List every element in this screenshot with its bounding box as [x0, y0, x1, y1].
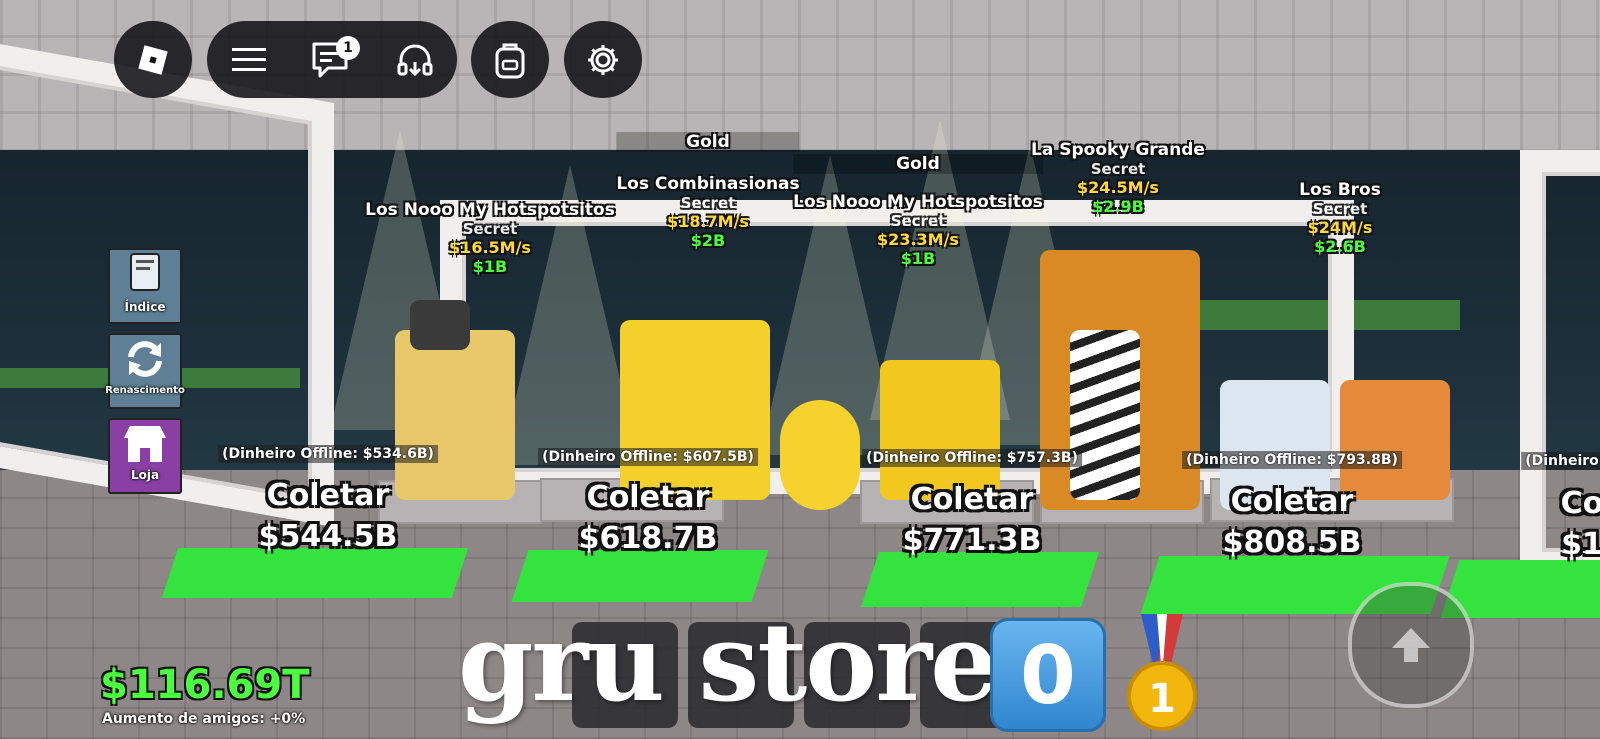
brainrot-character[interactable]: [780, 400, 860, 510]
collect-button[interactable]: Coletar $618.7B: [579, 480, 718, 556]
brainrot-price: $2.9B: [1092, 197, 1144, 216]
voice-button[interactable]: [387, 32, 443, 88]
rebirth-button[interactable]: Renascimento: [105, 333, 185, 409]
index-button[interactable]: Índice: [108, 248, 182, 324]
friend-boost-label: Aumento de amigos: +0%: [102, 711, 306, 727]
collect-pad[interactable]: [511, 550, 769, 602]
brainrot-name: Los Nooo My Hotspotsitos: [365, 200, 615, 220]
offline-money-label: (Dinheiro Offline: $607.5B): [538, 448, 758, 466]
collect-label: Coletar: [910, 482, 1034, 517]
collect-button[interactable]: Co $1: [1561, 486, 1600, 562]
brainrot-tag: Gold Los Combinasionas Secret $18.7M/s $…: [616, 132, 800, 250]
jump-arrow-icon: [1392, 628, 1430, 662]
brainrot-price: $2.6B: [1314, 237, 1366, 256]
settings-button[interactable]: [564, 21, 642, 98]
brainrot-name: Los Bros: [1299, 180, 1381, 200]
collect-label: Coletar: [586, 480, 710, 515]
brainrot-tag: Los Bros Secret $24M/s $2.6B: [1299, 180, 1381, 256]
collect-button[interactable]: Coletar $771.3B: [903, 482, 1042, 558]
brainrot-tag: La Spooky Grande Secret $24.5M/s $2.9B: [1031, 140, 1205, 216]
book-icon: [130, 253, 160, 291]
keycap-digit-emoji: 0: [990, 618, 1106, 732]
chat-notification-badge: 1: [335, 35, 360, 60]
brainrot-rarity: Secret: [1312, 200, 1368, 218]
collect-pad[interactable]: [861, 552, 1099, 607]
brainrot-price: $1B: [900, 249, 936, 268]
backpack-button[interactable]: [471, 21, 549, 98]
medal-number: 1: [1148, 676, 1176, 722]
gold-medal-icon: 1: [1127, 614, 1197, 731]
jump-button[interactable]: [1348, 582, 1474, 708]
offline-money-label: (Dinheiro Offline: $534.6B): [218, 445, 438, 463]
collect-amount: $1: [1561, 527, 1600, 562]
collect-label: Co: [1560, 486, 1600, 521]
chat-button[interactable]: 1: [304, 32, 360, 88]
offline-money-label: (Dinheiro: [1521, 452, 1600, 470]
backpack-icon: [495, 43, 525, 78]
collect-label: Coletar: [266, 478, 390, 513]
brainrot-price: $1B: [472, 257, 508, 276]
brainrot-tag: Los Nooo My Hotspotsitos Secret $16.5M/s…: [365, 200, 615, 276]
brainrot-rarity: Secret: [462, 220, 518, 238]
menu-icon: [231, 47, 266, 71]
shop-button[interactable]: Loja: [108, 418, 182, 494]
watermark-text: gru store: [458, 600, 999, 726]
brainrot-rate: $24.5M/s: [1077, 178, 1159, 197]
mutation-label: Gold: [793, 154, 1043, 174]
roblox-menu-button[interactable]: [114, 21, 192, 98]
rebirth-arrows-icon: [128, 341, 162, 377]
money-counter: $116.69T: [100, 662, 310, 708]
collect-amount: $544.5B: [258, 519, 398, 554]
shop-icon: [124, 426, 166, 462]
brainrot-rarity: Secret: [1090, 160, 1146, 178]
collect-label: Coletar: [1230, 484, 1354, 519]
collect-button[interactable]: Coletar $544.5B: [259, 478, 398, 554]
collect-amount: $618.7B: [578, 521, 718, 556]
offline-money-label: (Dinheiro Offline: $757.3B): [862, 449, 1082, 467]
brainrot-tag: Gold Los Nooo My Hotspotsitos Secret $23…: [793, 154, 1043, 268]
brainrot-price: $2B: [690, 231, 726, 250]
brainrot-rate: $24M/s: [1307, 218, 1373, 237]
brainrot-rarity: Secret: [890, 212, 946, 230]
brainrot-rate: $18.7M/s: [667, 212, 749, 231]
mutation-label: Gold: [616, 132, 800, 152]
top-menu-group: 1: [207, 21, 457, 98]
roblox-logo-icon: [138, 44, 168, 75]
brainrot-name: La Spooky Grande: [1031, 140, 1205, 160]
brainrot-character[interactable]: [620, 320, 770, 500]
brainrot-character[interactable]: [395, 330, 515, 500]
collect-pad[interactable]: [161, 548, 469, 598]
brainrot-character-mummy: [1070, 330, 1140, 500]
menu-button[interactable]: [221, 32, 277, 88]
brainrot-rate: $23.3M/s: [877, 230, 959, 249]
voice-headset-icon: [397, 44, 433, 76]
index-label: Índice: [124, 300, 166, 314]
brainrot-rate: $16.5M/s: [449, 238, 531, 257]
settings-gear-icon: [588, 44, 618, 75]
brainrot-rarity: Secret: [680, 194, 736, 212]
brainrot-character[interactable]: [880, 360, 1000, 500]
brainrot-name: Los Nooo My Hotspotsitos: [793, 192, 1043, 212]
rebirth-label: Renascimento: [105, 385, 185, 396]
collect-amount: $771.3B: [902, 523, 1042, 558]
brainrot-character-hat: [410, 300, 470, 350]
offline-money-label: (Dinheiro Offline: $793.8B): [1182, 451, 1402, 469]
collect-amount: $808.5B: [1222, 525, 1362, 560]
shop-label: Loja: [130, 468, 160, 482]
brainrot-name: Los Combinasionas: [616, 174, 800, 194]
collect-button[interactable]: Coletar $808.5B: [1223, 484, 1362, 560]
brainrot-character[interactable]: [1340, 380, 1450, 500]
